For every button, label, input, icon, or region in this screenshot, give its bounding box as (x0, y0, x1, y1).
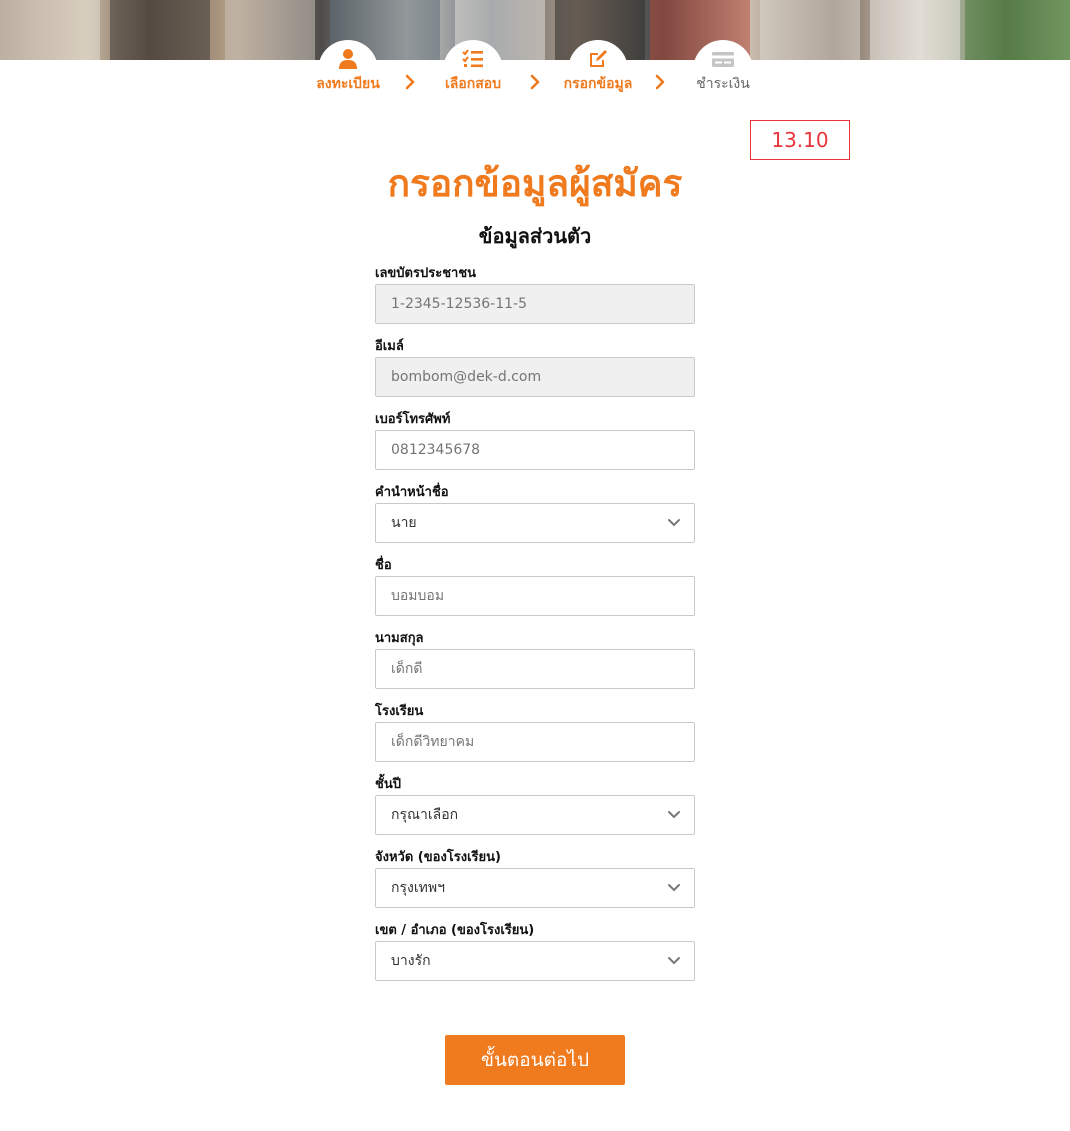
chevron-down-icon (668, 957, 680, 965)
chevron-down-icon (668, 884, 680, 892)
school-input[interactable] (376, 723, 694, 761)
applicant-form: เลขบัตรประชาชน อีเมล์ เบอร์โทรศัพท์ คำนำ… (375, 260, 695, 990)
email-label: อีเมล์ (375, 339, 404, 354)
school-field: โรงเรียน (375, 698, 695, 771)
first-name-field: ชื่อ (375, 552, 695, 625)
step-register-label: ลงทะเบียน (316, 76, 380, 92)
step-fill-info: กรอกข้อมูล (550, 40, 646, 100)
phone-input[interactable] (376, 431, 694, 469)
district-label: เขต / อำเภอ (ของโรงเรียน) (375, 923, 535, 938)
phone-box (375, 430, 695, 470)
user-icon (339, 49, 357, 69)
step-select-exam: เลือกสอบ (425, 40, 521, 100)
title-prefix-value: นาย (391, 515, 417, 531)
grade-select[interactable]: กรุณาเลือก (375, 795, 695, 835)
province-select[interactable]: กรุงเทพฯ (375, 868, 695, 908)
email-input (376, 358, 694, 396)
page-title: กรอกข้อมูลผู้สมัคร (387, 162, 683, 205)
province-field: จังหวัด (ของโรงเรียน) กรุงเทพฯ (375, 844, 695, 917)
district-field: เขต / อำเภอ (ของโรงเรียน) บางรัก (375, 917, 695, 990)
first-name-box (375, 576, 695, 616)
first-name-label: ชื่อ (375, 558, 392, 573)
id-card-input (376, 285, 694, 323)
chevron-down-icon (668, 811, 680, 819)
district-select[interactable]: บางรัก (375, 941, 695, 981)
step-register: ลงทะเบียน (300, 40, 396, 100)
school-box (375, 722, 695, 762)
email-field: อีเมล์ (375, 333, 695, 406)
title-prefix-label: คำนำหน้าชื่อ (375, 485, 449, 500)
province-value: กรุงเทพฯ (391, 880, 445, 896)
email-box (375, 357, 695, 397)
school-label: โรงเรียน (375, 704, 424, 719)
section-title: ข้อมูลส่วนตัว (478, 224, 592, 248)
first-name-input[interactable] (376, 577, 694, 615)
province-label: จังหวัด (ของโรงเรียน) (375, 850, 501, 865)
chevron-right-icon (655, 74, 665, 90)
chevron-right-icon (405, 74, 415, 90)
last-name-field: นามสกุล (375, 625, 695, 698)
phone-label: เบอร์โทรศัพท์ (375, 412, 451, 427)
chevron-down-icon (668, 519, 680, 527)
grade-field: ชั้นปี กรุณาเลือก (375, 771, 695, 844)
id-card-box (375, 284, 695, 324)
registration-page: ลงทะเบียน เลือกสอบ กรอกข้อมูล ชำระเงิน 1… (0, 0, 1070, 1131)
last-name-label: นามสกุล (375, 631, 424, 646)
last-name-box (375, 649, 695, 689)
chevron-right-icon (530, 74, 540, 90)
id-card-label: เลขบัตรประชาชน (375, 266, 477, 281)
grade-label: ชั้นปี (375, 777, 401, 792)
district-value: บางรัก (391, 953, 431, 969)
last-name-input[interactable] (376, 650, 694, 688)
step-fill-info-label: กรอกข้อมูล (563, 76, 633, 92)
step-payment-label: ชำระเงิน (696, 76, 750, 92)
edit-icon (590, 50, 607, 67)
header-banner-image (0, 0, 1070, 60)
checklist-icon (462, 49, 483, 68)
credit-card-icon (712, 52, 734, 67)
title-prefix-field: คำนำหน้าชื่อ นาย (375, 479, 695, 552)
step-payment: ชำระเงิน (675, 40, 771, 100)
phone-field: เบอร์โทรศัพท์ (375, 406, 695, 479)
grade-value: กรุณาเลือก (391, 807, 459, 823)
title-prefix-select[interactable]: นาย (375, 503, 695, 543)
step-select-exam-label: เลือกสอบ (444, 76, 502, 92)
id-card-field: เลขบัตรประชาชน (375, 260, 695, 333)
next-step-button[interactable]: ขั้นตอนต่อไป (445, 1035, 625, 1085)
